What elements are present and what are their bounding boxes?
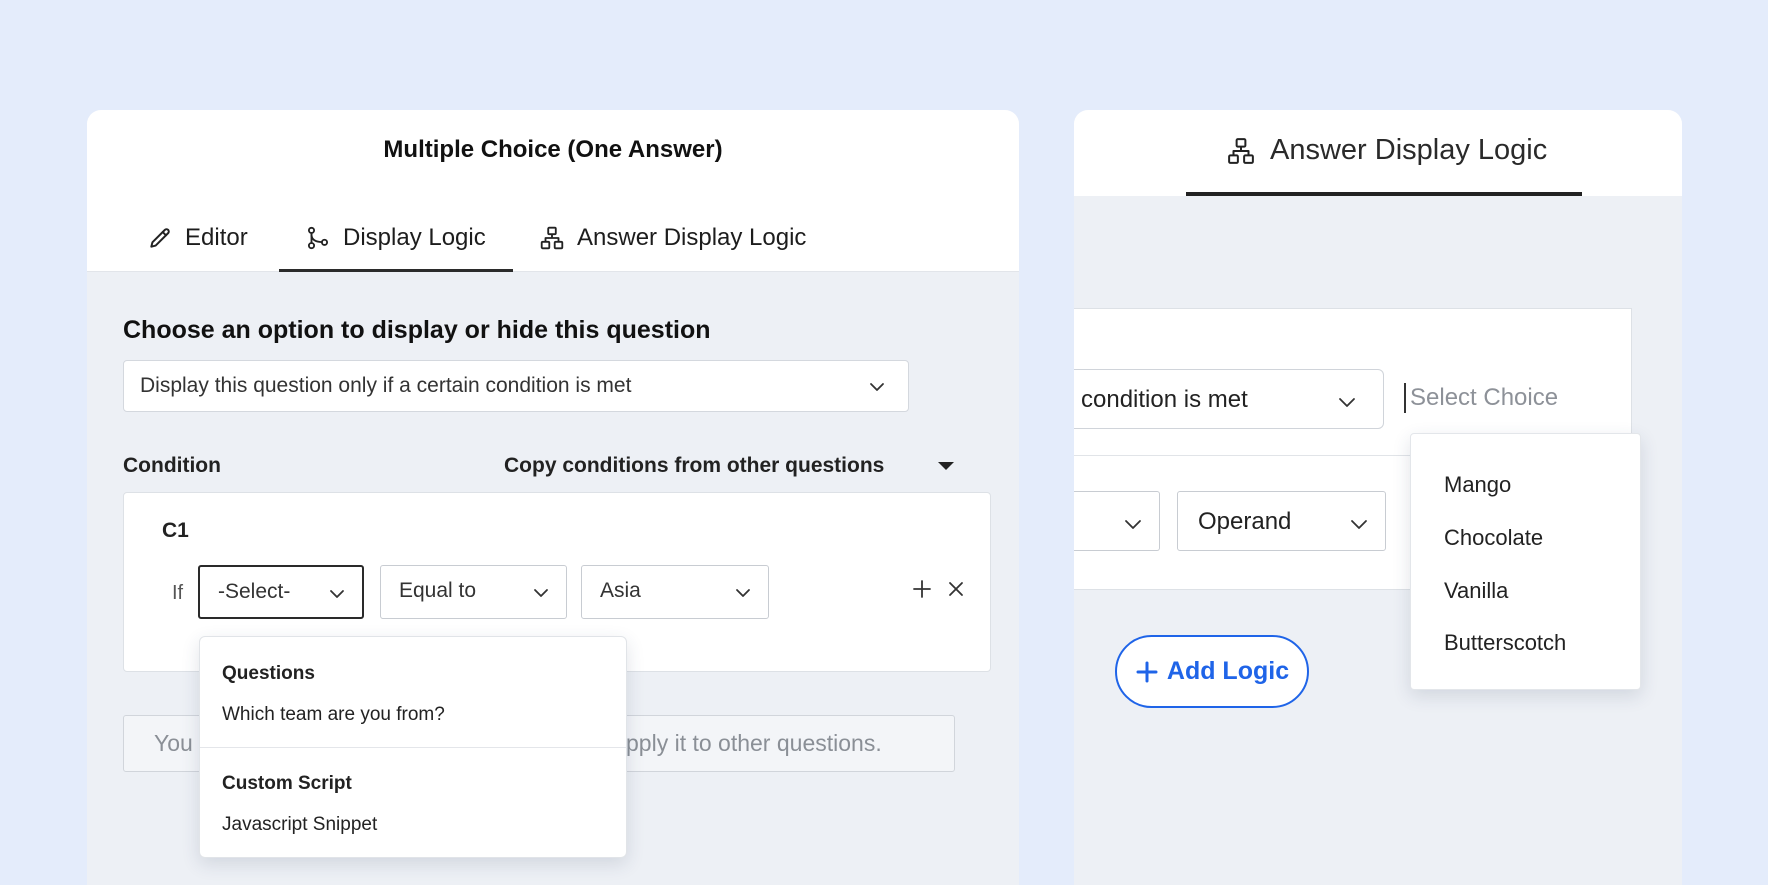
operator-select-value: Equal to <box>399 579 477 602</box>
caret-down-icon[interactable] <box>938 462 954 470</box>
value-select-value: Asia <box>600 579 641 602</box>
branch-icon <box>305 225 331 251</box>
add-condition-icon[interactable] <box>912 579 932 599</box>
plus-icon <box>1135 660 1159 684</box>
dropdown-section-heading: Questions <box>222 663 315 684</box>
question-select[interactable]: -Select- <box>198 565 364 619</box>
condition-label: Condition <box>123 454 221 477</box>
operator-select[interactable]: Equal to <box>380 565 567 619</box>
question-select-value: -Select- <box>218 580 291 603</box>
choice-option[interactable]: Vanilla <box>1444 578 1508 604</box>
dropdown-divider <box>200 747 626 748</box>
dropdown-section-heading: Custom Script <box>222 773 352 794</box>
chevron-down-icon <box>1349 513 1369 533</box>
chevron-down-icon <box>868 378 886 396</box>
info-text-right: pply it to other questions. <box>626 730 882 756</box>
question-select[interactable] <box>1074 491 1160 551</box>
pencil-icon <box>147 225 173 251</box>
tab-label: Answer Display Logic <box>1270 134 1548 166</box>
section-heading: Choose an option to display or hide this… <box>123 316 711 344</box>
choice-option[interactable]: Mango <box>1444 472 1511 498</box>
choice-option[interactable]: Chocolate <box>1444 525 1543 551</box>
operand-select-value: Operand <box>1198 508 1292 535</box>
chevron-down-icon <box>1123 514 1143 534</box>
info-text-left: You <box>154 730 193 756</box>
operand-select[interactable]: Operand <box>1177 491 1386 551</box>
tab-answer-display-logic[interactable]: Answer Display Logic <box>539 224 806 272</box>
panel-header: Answer Display Logic <box>1074 110 1682 196</box>
close-icon[interactable] <box>948 581 964 597</box>
display-option-select[interactable]: Display this question only if a certain … <box>123 360 909 412</box>
chevron-down-icon <box>734 584 752 602</box>
copy-conditions-link[interactable]: Copy conditions from other questions <box>504 454 884 478</box>
if-label: If <box>172 582 184 604</box>
choice-option[interactable]: Butterscotch <box>1444 630 1566 656</box>
hierarchy-icon <box>1226 136 1256 166</box>
tab-editor[interactable]: Editor <box>147 224 248 272</box>
condition-select-value: condition is met <box>1081 386 1248 413</box>
select-choice-input[interactable]: Select Choice <box>1404 383 1558 413</box>
hierarchy-icon <box>539 225 565 251</box>
question-dropdown-menu: Questions Which team are you from? Custo… <box>199 636 627 858</box>
dropdown-option[interactable]: Which team are you from? <box>222 704 445 726</box>
tab-answer-display-logic-label: Answer Display Logic <box>577 224 807 251</box>
chevron-down-icon <box>532 584 550 602</box>
tab-answer-display-logic[interactable]: Answer Display Logic <box>1186 110 1582 196</box>
add-logic-label: Add Logic <box>1166 657 1290 685</box>
dropdown-option[interactable]: Javascript Snippet <box>222 814 377 836</box>
tab-display-logic[interactable]: Display Logic <box>279 224 513 272</box>
add-logic-button[interactable]: Add Logic <box>1115 635 1309 708</box>
question-type-title: Multiple Choice (One Answer) <box>383 136 723 163</box>
choice-dropdown-menu: Mango Chocolate Vanilla Butterscotch <box>1410 433 1641 690</box>
condition-id: C1 <box>162 519 189 542</box>
display-option-value: Display this question only if a certain … <box>140 374 632 397</box>
tab-editor-label: Editor <box>185 224 248 251</box>
display-logic-panel: Multiple Choice (One Answer) Editor Disp… <box>87 110 1019 885</box>
panel-header: Multiple Choice (One Answer) Editor Disp… <box>87 110 1019 272</box>
chevron-down-icon <box>328 585 346 603</box>
tab-display-logic-label: Display Logic <box>343 224 486 251</box>
chevron-down-icon <box>1337 391 1357 411</box>
value-select[interactable]: Asia <box>581 565 769 619</box>
condition-select[interactable]: condition is met <box>1074 369 1384 429</box>
